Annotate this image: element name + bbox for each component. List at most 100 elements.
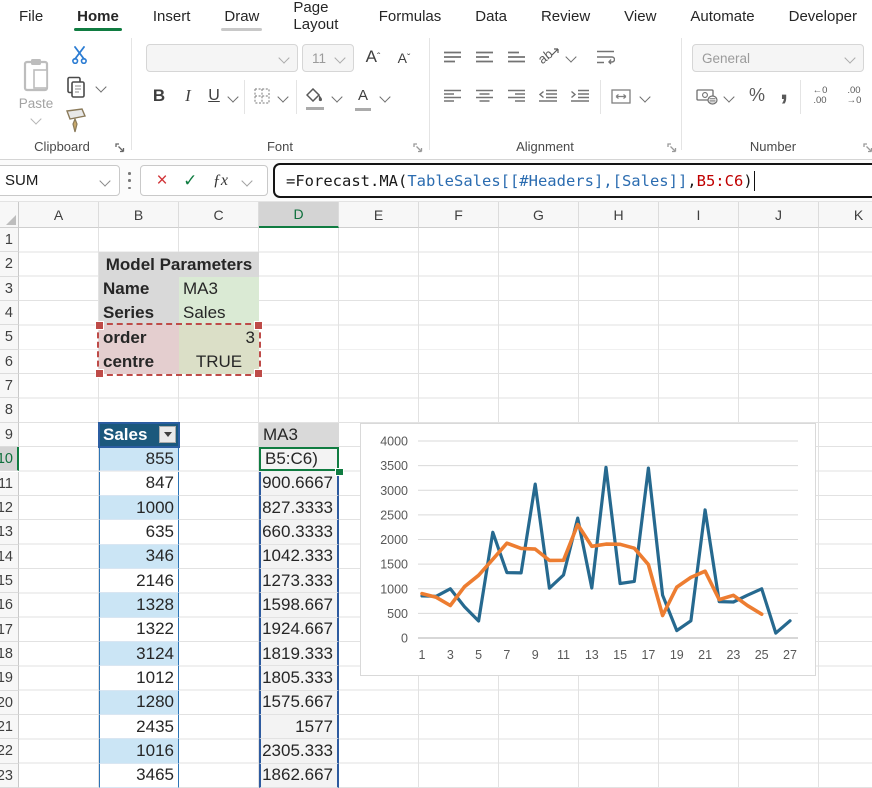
ma3-value-cell[interactable]: 1819.333 (259, 642, 339, 666)
sales-value-cell[interactable]: 635 (99, 520, 179, 544)
column-header-G[interactable]: G (499, 202, 579, 228)
alignment-dialog-launcher[interactable] (666, 141, 678, 153)
tab-page-layout[interactable]: Page Layout (276, 0, 361, 32)
paste-button[interactable]: Paste (12, 42, 60, 138)
tab-review[interactable]: Review (524, 0, 607, 32)
cancel-button[interactable]: × (157, 171, 168, 190)
number-dialog-launcher[interactable] (862, 141, 872, 153)
fill-color-button[interactable] (304, 84, 326, 110)
decrease-font-size-button[interactable]: Aˇ (392, 46, 416, 70)
row-header-14[interactable]: 14 (0, 545, 19, 569)
sales-value-cell[interactable]: 1328 (99, 593, 179, 617)
sales-value-cell[interactable]: 1000 (99, 496, 179, 520)
row-header-22[interactable]: 22 (0, 739, 19, 763)
column-header-B[interactable]: B (99, 202, 179, 228)
row-header-20[interactable]: 20 (0, 691, 19, 715)
enter-button[interactable]: ✓ (183, 172, 197, 189)
ma3-value-cell[interactable]: 2305.333 (259, 739, 339, 763)
column-header-J[interactable]: J (739, 202, 819, 228)
underline-menu-chevron[interactable] (226, 90, 240, 104)
accounting-format-button[interactable] (694, 84, 720, 108)
name-box[interactable]: SUM (0, 165, 120, 196)
param-label-order[interactable]: order (99, 325, 179, 349)
fill-handle[interactable] (335, 468, 344, 477)
sales-value-cell[interactable]: 2146 (99, 569, 179, 593)
wrap-text-button[interactable] (592, 44, 618, 70)
sales-value-cell[interactable]: 3465 (99, 764, 179, 788)
merge-center-button[interactable] (608, 84, 634, 108)
copy-button[interactable] (64, 74, 88, 100)
ma3-value-cell[interactable]: 1805.333 (259, 666, 339, 690)
column-header-K[interactable]: K (819, 202, 872, 228)
row-header-19[interactable]: 19 (0, 666, 19, 690)
borders-menu-chevron[interactable] (276, 90, 290, 104)
row-header-1[interactable]: 1 (0, 228, 19, 252)
number-format-combobox[interactable]: General (692, 44, 864, 72)
column-header-H[interactable]: H (579, 202, 659, 228)
param-value-centre[interactable]: TRUE (179, 350, 259, 374)
sales-value-cell[interactable]: 855 (99, 447, 179, 471)
font-size-combobox[interactable]: 11 (302, 44, 354, 72)
active-edit-cell[interactable]: B5:C6) (259, 447, 339, 471)
sales-value-cell[interactable]: 3124 (99, 642, 179, 666)
row-header-5[interactable]: 5 (0, 325, 19, 349)
row-header-23[interactable]: 23 (0, 764, 19, 788)
font-color-menu-chevron[interactable] (378, 90, 392, 104)
borders-button[interactable] (252, 86, 272, 106)
font-dialog-launcher[interactable] (412, 141, 424, 153)
tab-view[interactable]: View (607, 0, 673, 32)
font-color-button[interactable]: A (352, 84, 374, 110)
insert-function-button[interactable]: ƒx (213, 172, 228, 190)
row-header-7[interactable]: 7 (0, 374, 19, 398)
ma3-value-cell[interactable]: 827.3333 (259, 496, 339, 520)
chevron-down-icon[interactable] (242, 175, 253, 186)
ma3-header-cell[interactable]: MA3 (259, 423, 339, 447)
sales-value-cell[interactable]: 346 (99, 545, 179, 569)
ma3-value-cell[interactable]: 1042.333 (259, 545, 339, 569)
tab-developer[interactable]: Developer (772, 0, 872, 32)
align-center-button[interactable] (472, 84, 496, 106)
param-label-Series[interactable]: Series (99, 301, 179, 325)
ma3-value-cell[interactable]: 660.3333 (259, 520, 339, 544)
column-header-I[interactable]: I (659, 202, 739, 228)
formula-bar-drag-dots[interactable] (128, 172, 131, 189)
clipboard-dialog-launcher[interactable] (114, 141, 126, 153)
column-header-D[interactable]: D (259, 202, 339, 228)
filter-dropdown-button[interactable] (159, 426, 176, 443)
range-corner-handle[interactable] (254, 369, 263, 378)
ma3-value-cell[interactable]: 1577 (259, 715, 339, 739)
column-header-F[interactable]: F (419, 202, 499, 228)
column-header-A[interactable]: A (19, 202, 99, 228)
row-header-4[interactable]: 4 (0, 301, 19, 325)
range-corner-handle[interactable] (95, 321, 104, 330)
ma3-value-cell[interactable]: 1575.667 (259, 691, 339, 715)
comma-style-button[interactable]: , (774, 76, 794, 104)
ma3-value-cell[interactable]: 1924.667 (259, 618, 339, 642)
sales-value-cell[interactable]: 1016 (99, 739, 179, 763)
cut-button[interactable] (68, 44, 90, 66)
increase-decimal-button[interactable]: ←0.00 (806, 84, 834, 108)
row-header-15[interactable]: 15 (0, 569, 19, 593)
sales-chart[interactable]: 0500100015002000250030003500400013579111… (360, 423, 816, 676)
row-header-9[interactable]: 9 (0, 423, 19, 447)
increase-font-size-button[interactable]: Aˆ (360, 44, 386, 70)
top-align-button[interactable] (440, 46, 464, 68)
tab-data[interactable]: Data (458, 0, 524, 32)
row-header-6[interactable]: 6 (0, 350, 19, 374)
fill-color-menu-chevron[interactable] (330, 90, 344, 104)
tab-draw[interactable]: Draw (207, 0, 276, 32)
ma3-value-cell[interactable]: 1273.333 (259, 569, 339, 593)
middle-align-button[interactable] (472, 46, 496, 68)
ma3-value-cell[interactable]: 1862.667 (259, 764, 339, 788)
row-header-13[interactable]: 13 (0, 520, 19, 544)
row-header-10[interactable]: 10 (0, 447, 19, 471)
orientation-button[interactable]: ab (536, 42, 562, 70)
row-header-3[interactable]: 3 (0, 277, 19, 301)
param-label-Name[interactable]: Name (99, 277, 179, 301)
sales-value-cell[interactable]: 1012 (99, 666, 179, 690)
format-painter-button[interactable] (62, 106, 90, 136)
copy-menu-chevron[interactable] (94, 80, 108, 94)
param-label-centre[interactable]: centre (99, 350, 179, 374)
underline-button[interactable]: U (204, 84, 224, 108)
param-value-Name[interactable]: MA3 (179, 277, 259, 301)
